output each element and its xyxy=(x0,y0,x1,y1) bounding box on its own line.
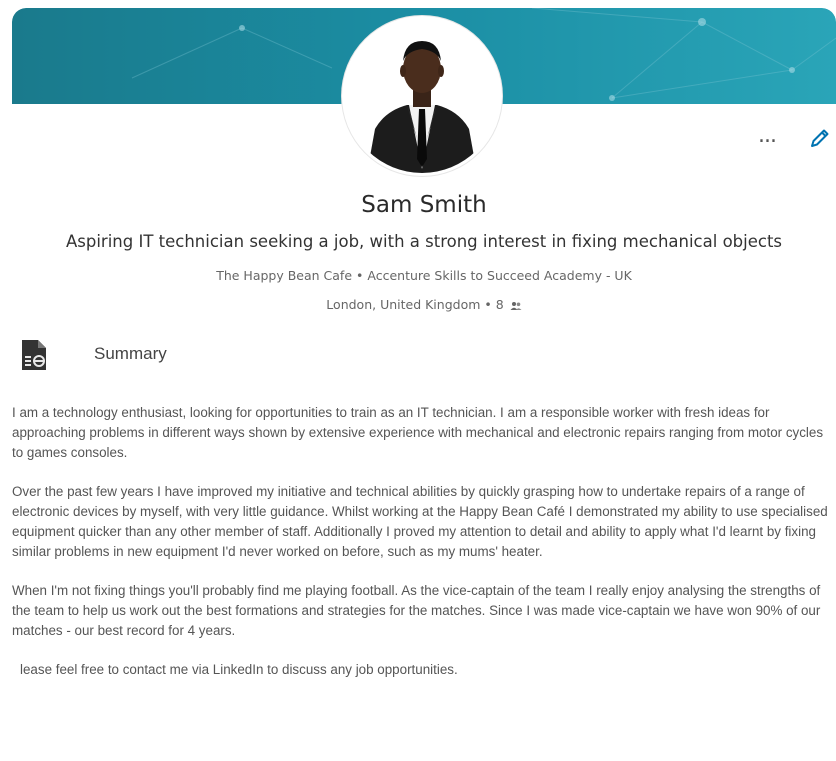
location-text: London, United Kingdom xyxy=(326,297,481,312)
summary-paragraph: When I'm not fixing things you'll probab… xyxy=(12,583,821,638)
connections-count: 8 xyxy=(495,297,504,312)
summary-paragraph: lease feel free to contact me via Linked… xyxy=(20,662,458,677)
profile-photo[interactable] xyxy=(342,16,502,176)
summary-header: Summary xyxy=(20,338,320,378)
separator-dot: • xyxy=(356,268,364,283)
edit-profile-button[interactable] xyxy=(808,126,832,150)
person-photo-icon xyxy=(345,19,499,173)
profile-company-education: The Happy Bean Cafe • Accenture Skills t… xyxy=(12,268,836,283)
profile-card: ... Sam Smith Aspiring IT technician see… xyxy=(12,8,836,761)
connections-icon xyxy=(510,301,522,310)
profile-name: Sam Smith xyxy=(361,192,487,218)
current-company-link[interactable]: The Happy Bean Cafe xyxy=(216,268,352,283)
summary-text: I am a technology enthusiast, looking fo… xyxy=(12,403,828,699)
separator-dot: • xyxy=(484,297,492,312)
connections-link[interactable]: 8 xyxy=(496,297,522,312)
summary-paragraph: I am a technology enthusiast, looking fo… xyxy=(12,405,824,460)
profile-location-connections: London, United Kingdom • 8 xyxy=(12,297,836,312)
education-link[interactable]: Accenture Skills to Succeed Academy - UK xyxy=(367,268,631,283)
summary-title: Summary xyxy=(94,344,167,363)
more-options-button[interactable]: ... xyxy=(752,125,782,147)
profile-headline: Aspiring IT technician seeking a job, wi… xyxy=(65,232,783,251)
pencil-icon xyxy=(811,129,829,147)
summary-paragraph: Over the past few years I have improved … xyxy=(12,484,828,559)
document-icon xyxy=(22,340,46,370)
